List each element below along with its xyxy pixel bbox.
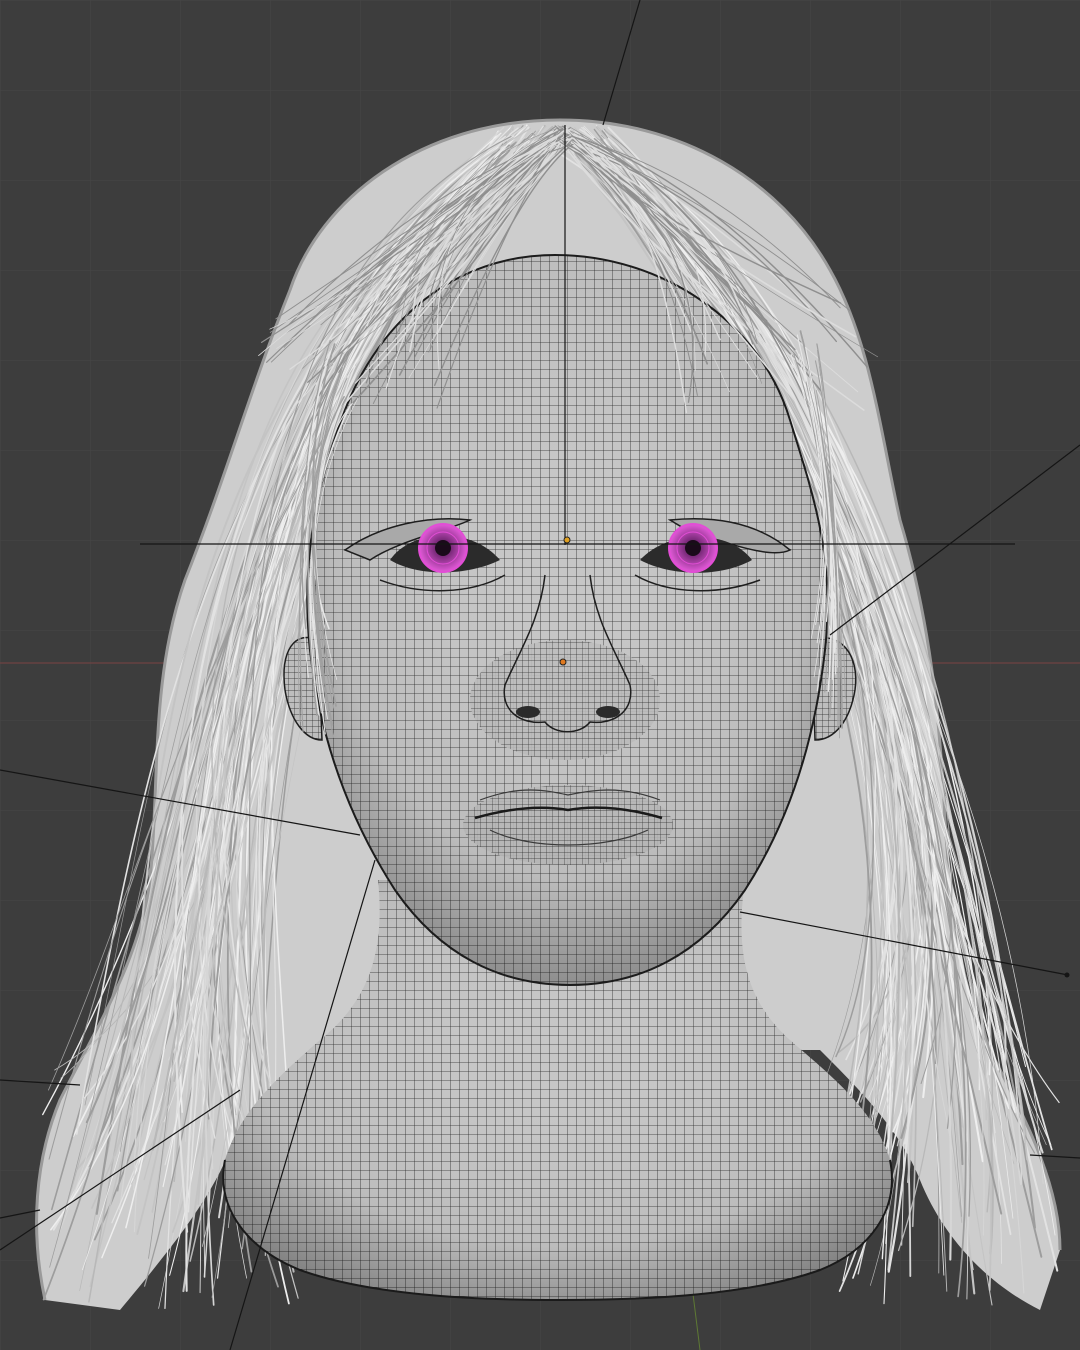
empty-marker[interactable] [1064,972,1070,978]
viewport-canvas[interactable] [0,0,1080,1350]
origin-point-eyes[interactable] [563,536,571,544]
3d-viewport[interactable] [0,0,1080,1350]
origin-point-object[interactable] [559,658,567,666]
